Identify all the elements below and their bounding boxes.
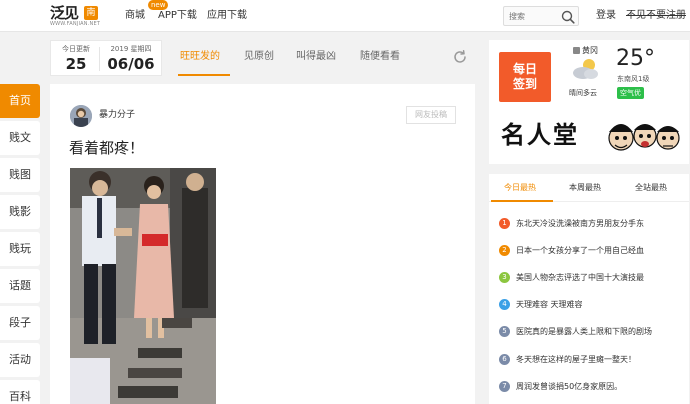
- search-icon[interactable]: [561, 10, 575, 24]
- author-name[interactable]: 暴力分子: [99, 109, 135, 121]
- sidebar-item-articles[interactable]: 贱文: [0, 121, 40, 155]
- hot-rank: 2: [499, 245, 510, 256]
- hot-list-item[interactable]: 4 天理难容 天理难容: [499, 298, 687, 312]
- update-label: 今日更新: [62, 45, 90, 53]
- sidebar-item-videos[interactable]: 贱影: [0, 195, 40, 229]
- tab-today-hot[interactable]: 今日最热: [504, 182, 536, 194]
- post-photo: [70, 168, 216, 404]
- hot-rank: 6: [499, 354, 510, 365]
- post-image[interactable]: [70, 168, 216, 404]
- avatar-image: [70, 105, 92, 127]
- tab-week-hot[interactable]: 本周最热: [569, 182, 601, 194]
- logo-text: 泛见: [50, 4, 79, 22]
- tab-random[interactable]: 随便看看: [360, 50, 400, 64]
- hot-rank: 4: [499, 299, 510, 310]
- active-tab-indicator: [178, 74, 230, 76]
- hot-title: 美国人物杂志评选了中国十大演技最: [516, 273, 644, 282]
- update-count-block: 今日更新 25: [59, 44, 93, 74]
- hot-rank: 7: [499, 381, 510, 392]
- date-value: 06/06: [107, 55, 155, 73]
- date-divider: [99, 47, 100, 71]
- register-link[interactable]: 不见不要注册: [626, 9, 686, 23]
- hot-list-card: 今日最热 本周最热 全站最热 1 东北天冷没洗澡被南方男朋友分手东 2 日本一个…: [489, 174, 689, 404]
- avatar[interactable]: [70, 105, 92, 127]
- hot-title: 冬天想在这样的屋子里瘫一整天！: [516, 355, 636, 364]
- search-input[interactable]: [509, 10, 559, 23]
- tab-wangwang[interactable]: 旺旺发的: [180, 50, 220, 64]
- wind-direction: 黄冈: [582, 46, 598, 55]
- date-block: 2019 星期四 06/06: [103, 44, 159, 74]
- hot-rank: 1: [499, 218, 510, 229]
- temperature: 25°: [616, 46, 655, 71]
- location-icon: [573, 47, 580, 54]
- hot-rank: 3: [499, 272, 510, 283]
- hot-title: 周润发曾谈捐50亿身家原因。: [516, 382, 623, 391]
- hot-title: 日本一个女孩分享了一个用自己经血: [516, 246, 644, 255]
- sidebar-item-events[interactable]: 活动: [0, 343, 40, 377]
- air-quality-badge: 空气优: [617, 87, 644, 99]
- hall-of-fame-label: 名人堂: [501, 120, 579, 149]
- logo-subtitle: WWW.FANJIAN.NET: [50, 21, 101, 27]
- nav-mall[interactable]: 商城: [125, 9, 145, 23]
- checkin-line2: 签到: [512, 77, 537, 91]
- sidebar-item-pictures[interactable]: 贱图: [0, 158, 40, 192]
- hot-title: 东北天冷没洗澡被南方男朋友分手东: [516, 219, 644, 228]
- sidebar-item-wiki[interactable]: 百科: [0, 380, 40, 404]
- refresh-icon[interactable]: [452, 49, 468, 65]
- post-title[interactable]: 看着都疼！: [69, 137, 144, 159]
- sidebar-item-topics[interactable]: 话题: [0, 269, 40, 303]
- search-box: [503, 6, 579, 26]
- content-tabs: 旺旺发的 见原创 叫得最凶 随便看看: [170, 40, 475, 76]
- weather-card: 每日 签到 黄冈 晴间多云 25° 东南风1级 空气优 名人堂: [489, 40, 689, 164]
- login-link[interactable]: 登录: [596, 9, 616, 23]
- hot-list-item[interactable]: 6 冬天想在这样的屋子里瘫一整天！: [499, 353, 687, 367]
- hot-active-tab-indicator: [491, 200, 553, 202]
- date-card: 今日更新 25 2019 星期四 06/06: [50, 40, 162, 76]
- partly-cloudy-icon: [573, 59, 598, 79]
- sidebar-item-play[interactable]: 贱玩: [0, 232, 40, 266]
- site-logo[interactable]: 泛见 南 WWW.FANJIAN.NET: [50, 4, 104, 27]
- wind-level: 东南风1级: [617, 75, 650, 83]
- cartoon-faces-icon: [608, 124, 680, 151]
- sidebar-item-home[interactable]: 首页: [0, 84, 40, 118]
- hall-of-fame-banner[interactable]: 名人堂: [501, 116, 681, 156]
- hot-rank: 5: [499, 326, 510, 337]
- sidebar-item-jokes[interactable]: 段子: [0, 306, 40, 340]
- nav-app-download[interactable]: APP下载: [158, 9, 197, 23]
- hot-list-item[interactable]: 1 东北天冷没洗澡被南方男朋友分手东: [499, 217, 687, 231]
- logo-badge: 南: [84, 6, 98, 20]
- hot-list-item[interactable]: 3 美国人物杂志评选了中国十大演技最: [499, 271, 687, 285]
- hot-title: 天理难容 天理难容: [516, 300, 583, 309]
- top-navbar: 泛见 南 WWW.FANJIAN.NET 商城 new APP下载 应用下载 登…: [0, 0, 690, 32]
- hot-list-item[interactable]: 7 周润发曾谈捐50亿身家原因。: [499, 380, 687, 394]
- checkin-line1: 每日: [512, 62, 537, 76]
- daily-checkin-button[interactable]: 每日 签到: [499, 52, 551, 102]
- update-count: 25: [65, 55, 87, 73]
- date-weekday: 2019 星期四: [110, 45, 152, 53]
- tab-original[interactable]: 见原创: [244, 50, 274, 64]
- wind-direction-row: 黄冈: [573, 46, 598, 56]
- post-card: 暴力分子 网友投稿 看着都疼！: [50, 84, 475, 404]
- nav-apps-download[interactable]: 应用下载: [207, 9, 247, 23]
- weather-description: 晴间多云: [569, 89, 597, 97]
- hot-list-item[interactable]: 5 医院真的是暴露人类上限和下限的剧场: [499, 325, 687, 339]
- hot-list-item[interactable]: 2 日本一个女孩分享了一个用自己经血: [499, 244, 687, 258]
- tab-all-hot[interactable]: 全站最热: [635, 182, 667, 194]
- hot-title: 医院真的是暴露人类上限和下限的剧场: [516, 327, 652, 336]
- tab-loudest[interactable]: 叫得最凶: [296, 50, 336, 64]
- submit-post-button[interactable]: 网友投稿: [406, 106, 456, 124]
